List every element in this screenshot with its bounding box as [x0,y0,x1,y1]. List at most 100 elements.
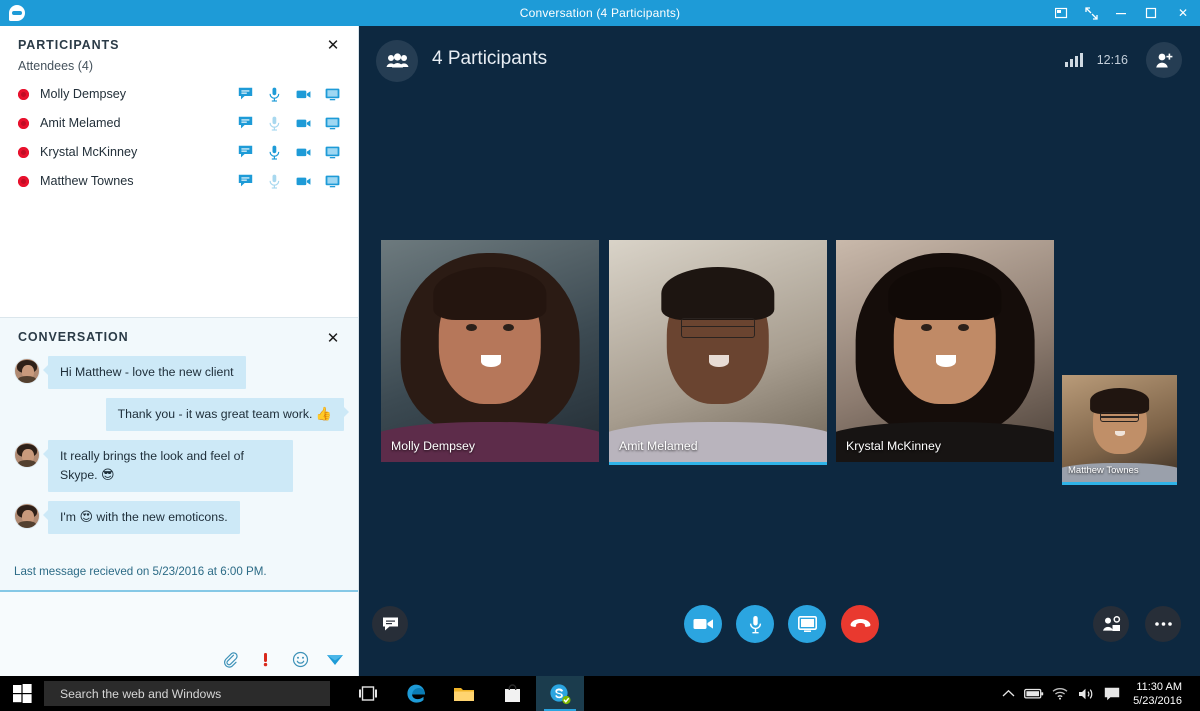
taskbar-clock[interactable]: 11:30 AM 5/23/2016 [1125,676,1192,711]
chat-bubble-icon[interactable] [238,174,253,189]
pop-out-icon[interactable] [1046,0,1076,26]
message-item: I'm 😍 with the new emoticons. [14,501,344,534]
participant-row[interactable]: Matthew Townes [0,170,358,192]
chat-toggle-button[interactable] [372,606,408,642]
signal-strength-icon [1064,53,1083,67]
emoji-icon: 😎 [101,468,115,483]
participants-title: PARTICIPANTS [18,38,120,52]
chevron-up-icon[interactable] [995,676,1021,711]
participant-list: Molly Dempsey Amit Melamed Krystal McKinne… [0,73,358,199]
message-text: Hi Matthew - love the new client [60,365,234,379]
video-camera-icon[interactable] [296,174,311,189]
group-people-icon [376,40,418,82]
close-icon[interactable]: ✕ [1166,0,1200,26]
microphone-muted-icon[interactable] [267,116,282,131]
avatar [14,503,40,529]
screen-share-icon[interactable] [325,116,340,131]
windows-start-icon[interactable] [0,676,44,711]
screen-share-icon[interactable] [325,87,340,102]
participant-modality-icons [238,145,340,160]
microphone-icon[interactable] [267,87,282,102]
participant-name: Krystal McKinney [40,145,138,159]
chat-bubble-icon[interactable] [238,145,253,160]
video-toggle-button[interactable] [684,605,722,643]
screen-share-icon[interactable] [325,145,340,160]
video-camera-icon[interactable] [296,87,311,102]
video-tile-grid: Molly Dempsey Amit Melamed Krystal McKin… [359,240,1200,485]
video-tile-name: Molly Dempsey [391,439,476,453]
participant-row[interactable]: Amit Melamed [0,112,358,134]
manage-people-button[interactable] [1093,606,1129,642]
maximize-icon[interactable] [1136,0,1166,26]
fullscreen-icon[interactable] [1076,0,1106,26]
video-tile[interactable]: Krystal McKinney [836,240,1054,462]
action-center-icon[interactable] [1099,676,1125,711]
taskbar-pinned-apps [344,676,584,711]
importance-icon[interactable] [256,650,274,668]
search-input[interactable]: Search the web and Windows [44,681,330,706]
file-explorer-icon[interactable] [440,676,488,711]
chat-bubble-icon[interactable] [238,87,253,102]
screen-share-button[interactable] [788,605,826,643]
wifi-icon[interactable] [1047,676,1073,711]
conversation-panel: CONVERSATION ✕ Hi Matthew - love the new… [0,317,359,676]
emoji-icon: 👍 [315,407,332,422]
screen-share-icon[interactable] [325,174,340,189]
paperclip-icon[interactable] [221,650,239,668]
message-list: Hi Matthew - love the new client Thank yo… [0,350,358,557]
message-bubble: Hi Matthew - love the new client [43,356,246,389]
video-tile-self-preview[interactable]: Matthew Townes [1062,375,1177,485]
participant-name: Amit Melamed [40,116,121,130]
message-text-cont: with the new emoticons. [96,510,228,524]
emoji-heart-eyes: 😍 [79,510,93,525]
participants-header: PARTICIPANTS ✕ [0,26,358,54]
video-tile-active-speaker[interactable]: Amit Melamed [609,240,827,465]
conversation-close-icon[interactable]: ✕ [322,327,344,349]
skype-for-business-window: Conversation (4 Participants) ✕ PARTICIP… [0,0,1200,711]
video-tile-name: Matthew Townes [1068,465,1139,476]
battery-icon[interactable] [1021,676,1047,711]
video-camera-icon[interactable] [296,145,311,160]
video-tile[interactable]: Molly Dempsey [381,240,599,462]
call-timer: 12:16 [1096,53,1128,67]
more-options-button[interactable] [1145,606,1181,642]
message-item: It really brings the look and feel of Sk… [14,440,344,492]
participants-close-icon[interactable]: ✕ [322,34,344,56]
windows-taskbar: Search the web and Windows 11:30 AM 5/23… [0,676,1200,711]
edge-icon[interactable] [392,676,440,711]
microphone-icon[interactable] [267,145,282,160]
participant-modality-icons [238,87,340,102]
video-camera-icon[interactable] [296,116,311,131]
end-call-button[interactable] [841,605,879,643]
video-stage: 4 Participants 12:16 Molly Dempsey Amit … [359,26,1200,676]
system-tray: 11:30 AM 5/23/2016 [995,676,1200,711]
message-item: Hi Matthew - love the new client [14,356,344,389]
clock-date: 5/23/2016 [1133,694,1182,707]
message-text: Thank you - it was great team work. [117,407,313,421]
message-bubble: I'm 😍 with the new emoticons. [43,501,240,534]
avatar [14,442,40,468]
chat-bubble-icon[interactable] [238,116,253,131]
emoticon-icon[interactable] [291,650,309,668]
store-icon[interactable] [488,676,536,711]
minimize-icon[interactable] [1106,0,1136,26]
participant-name: Matthew Townes [40,174,134,188]
add-person-icon[interactable] [1146,42,1182,78]
conversation-title: CONVERSATION [18,330,129,344]
participant-name: Molly Dempsey [40,87,127,101]
participant-row[interactable]: Molly Dempsey [0,83,358,105]
presence-indicator-busy [18,117,29,129]
task-view-icon[interactable] [344,676,392,711]
stage-header: 4 Participants 12:16 [359,26,1200,98]
skype-icon[interactable] [536,676,584,711]
microphone-muted-icon[interactable] [267,174,282,189]
volume-icon[interactable] [1073,676,1099,711]
send-icon[interactable] [326,650,344,668]
participant-row[interactable]: Krystal McKinney [0,141,358,163]
last-message-note: Last message recieved on 5/23/2016 at 6:… [14,565,267,578]
video-tile-name: Krystal McKinney [846,439,941,453]
presence-indicator-busy [18,88,29,100]
avatar [14,358,40,384]
message-compose-area[interactable] [0,592,358,676]
mic-toggle-button[interactable] [736,605,774,643]
